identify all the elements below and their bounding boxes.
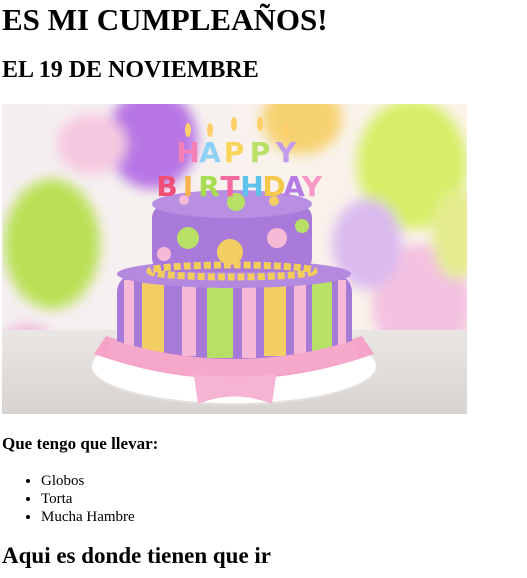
candle-letter: A: [199, 136, 221, 169]
candle-letter: B: [156, 170, 177, 203]
page: ES MI CUMPLEAÑOS! EL 19 DE NOVIEMBRE H A…: [0, 0, 527, 570]
birthday-cake-image: H A P P Y B I R T H D A Y: [2, 104, 467, 414]
candle-letter: P: [224, 136, 245, 169]
candle-letter: H: [240, 170, 263, 203]
candle-letter: D: [262, 170, 285, 203]
candle-letter: R: [198, 170, 220, 203]
candle-letter: P: [250, 136, 271, 169]
list-item: Mucha Hambre: [41, 508, 527, 526]
list-item: Torta: [41, 490, 527, 508]
candle-letter: T: [220, 170, 239, 203]
date-heading: EL 19 DE NOVIEMBRE: [2, 57, 259, 83]
candle-letter: I: [183, 170, 193, 203]
candle-letter: Y: [275, 136, 297, 169]
page-title: ES MI CUMPLEAÑOS!: [2, 2, 328, 37]
bring-list: Globos Torta Mucha Hambre: [2, 472, 527, 526]
candle-letter: Y: [301, 170, 323, 203]
candle-letter: H: [176, 136, 199, 169]
bring-heading: Que tengo que llevar:: [2, 434, 159, 453]
list-item: Globos: [41, 472, 527, 490]
location-heading: Aqui es donde tienen que ir: [2, 543, 272, 568]
